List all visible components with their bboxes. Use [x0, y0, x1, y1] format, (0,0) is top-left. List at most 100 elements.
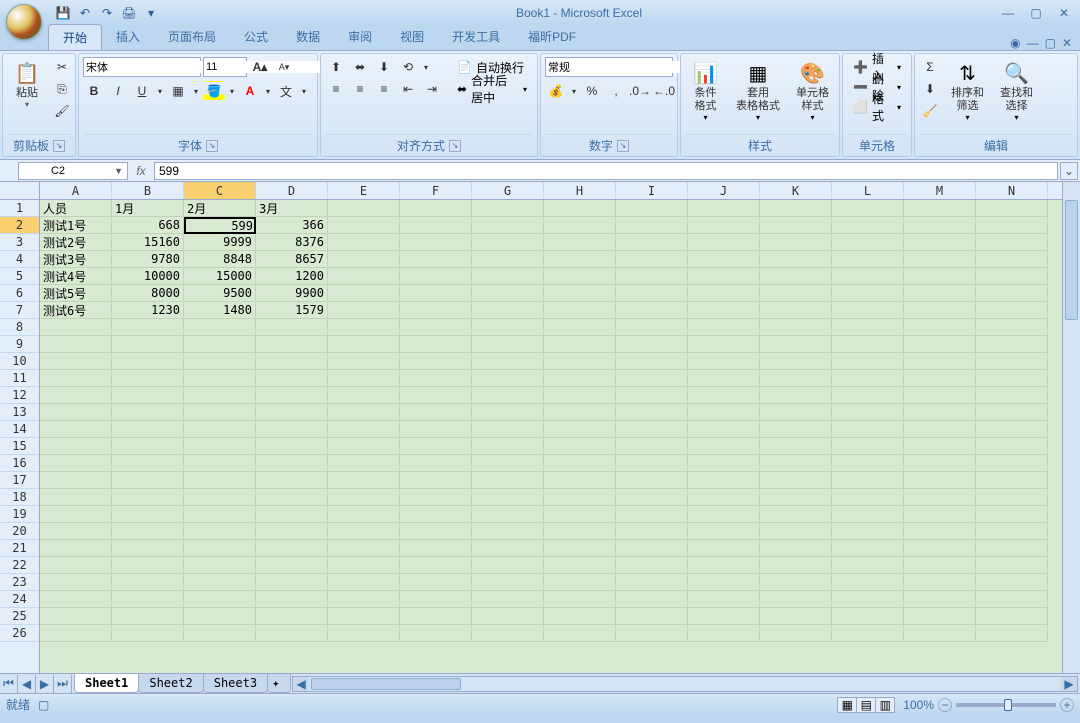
formula-bar-expand[interactable]: ⌄ — [1060, 162, 1078, 180]
row-header-5[interactable]: 5 — [0, 268, 39, 285]
cell-H3[interactable] — [544, 234, 616, 251]
row-header-3[interactable]: 3 — [0, 234, 39, 251]
cell-M24[interactable] — [904, 591, 976, 608]
zoom-out-button[interactable]: − — [938, 698, 952, 712]
fx-button[interactable]: fx — [132, 162, 150, 180]
cell-M25[interactable] — [904, 608, 976, 625]
merge-center-button[interactable]: ⬌合并后居中▾ — [451, 79, 533, 99]
cell-H1[interactable] — [544, 200, 616, 217]
cell-D26[interactable] — [256, 625, 328, 642]
cell-C7[interactable]: 1480 — [184, 302, 256, 319]
cell-G22[interactable] — [472, 557, 544, 574]
cell-L20[interactable] — [832, 523, 904, 540]
cell-A2[interactable]: 测试1号 — [40, 217, 112, 234]
ribbon-tab-8[interactable]: 福昕PDF — [514, 24, 590, 50]
cell-E19[interactable] — [328, 506, 400, 523]
cell-N3[interactable] — [976, 234, 1048, 251]
cell-I7[interactable] — [616, 302, 688, 319]
cell-J1[interactable] — [688, 200, 760, 217]
cell-M23[interactable] — [904, 574, 976, 591]
cell-B11[interactable] — [112, 370, 184, 387]
cell-H13[interactable] — [544, 404, 616, 421]
cell-E9[interactable] — [328, 336, 400, 353]
cell-E7[interactable] — [328, 302, 400, 319]
cell-A22[interactable] — [40, 557, 112, 574]
cell-C12[interactable] — [184, 387, 256, 404]
cell-B20[interactable] — [112, 523, 184, 540]
col-header-N[interactable]: N — [976, 182, 1048, 199]
cell-G13[interactable] — [472, 404, 544, 421]
cell-L21[interactable] — [832, 540, 904, 557]
cell-G1[interactable] — [472, 200, 544, 217]
fill-button[interactable]: ⬇ — [919, 79, 941, 99]
name-box[interactable]: ▼ — [18, 162, 128, 180]
accounting-dropdown[interactable]: ▾ — [569, 81, 579, 101]
cell-B25[interactable] — [112, 608, 184, 625]
qat-undo[interactable]: ↶ — [76, 4, 94, 22]
cell-K4[interactable] — [760, 251, 832, 268]
cell-N9[interactable] — [976, 336, 1048, 353]
underline-button[interactable]: U — [131, 81, 153, 101]
sheet-nav-first[interactable]: ⏮ — [0, 675, 18, 693]
ribbon-tab-5[interactable]: 审阅 — [334, 24, 386, 50]
cell-G18[interactable] — [472, 489, 544, 506]
cell-B22[interactable] — [112, 557, 184, 574]
col-header-G[interactable]: G — [472, 182, 544, 199]
cell-H7[interactable] — [544, 302, 616, 319]
orientation-dropdown[interactable]: ▾ — [421, 57, 431, 77]
cell-H20[interactable] — [544, 523, 616, 540]
cell-J10[interactable] — [688, 353, 760, 370]
cell-D14[interactable] — [256, 421, 328, 438]
ribbon-restore[interactable]: ▢ — [1045, 36, 1056, 50]
number-launcher[interactable]: ↘ — [617, 140, 629, 152]
cell-F20[interactable] — [400, 523, 472, 540]
fill-dropdown[interactable]: ▾ — [227, 81, 237, 101]
align-launcher[interactable]: ↘ — [449, 140, 461, 152]
row-header-9[interactable]: 9 — [0, 336, 39, 353]
increase-decimal-button[interactable]: .0→ — [629, 81, 651, 101]
cell-C8[interactable] — [184, 319, 256, 336]
cell-K15[interactable] — [760, 438, 832, 455]
row-header-14[interactable]: 14 — [0, 421, 39, 438]
cell-M21[interactable] — [904, 540, 976, 557]
cell-A8[interactable] — [40, 319, 112, 336]
cell-L5[interactable] — [832, 268, 904, 285]
align-bottom-button[interactable]: ⬇ — [373, 57, 395, 77]
font-color-button[interactable]: A — [239, 81, 261, 101]
cell-N26[interactable] — [976, 625, 1048, 642]
cell-E14[interactable] — [328, 421, 400, 438]
cell-F4[interactable] — [400, 251, 472, 268]
cell-F6[interactable] — [400, 285, 472, 302]
cell-C6[interactable]: 9500 — [184, 285, 256, 302]
minimize-button[interactable]: — — [998, 5, 1018, 21]
row-header-26[interactable]: 26 — [0, 625, 39, 642]
sheet-nav-next[interactable]: ▶ — [36, 675, 54, 693]
cell-E15[interactable] — [328, 438, 400, 455]
cell-F14[interactable] — [400, 421, 472, 438]
cell-E4[interactable] — [328, 251, 400, 268]
autosum-button[interactable]: Σ — [919, 57, 941, 77]
cell-L15[interactable] — [832, 438, 904, 455]
cell-A16[interactable] — [40, 455, 112, 472]
decrease-decimal-button[interactable]: ←.0 — [653, 81, 675, 101]
cell-L4[interactable] — [832, 251, 904, 268]
cell-H23[interactable] — [544, 574, 616, 591]
cell-K21[interactable] — [760, 540, 832, 557]
cell-L25[interactable] — [832, 608, 904, 625]
cell-C4[interactable]: 8848 — [184, 251, 256, 268]
cell-C16[interactable] — [184, 455, 256, 472]
sheet-tab-Sheet1[interactable]: Sheet1 — [74, 674, 139, 693]
formula-input[interactable] — [159, 164, 1053, 178]
cell-K8[interactable] — [760, 319, 832, 336]
col-header-K[interactable]: K — [760, 182, 832, 199]
cell-L14[interactable] — [832, 421, 904, 438]
col-header-L[interactable]: L — [832, 182, 904, 199]
cell-I13[interactable] — [616, 404, 688, 421]
cut-button[interactable]: ✂ — [51, 57, 73, 77]
row-header-8[interactable]: 8 — [0, 319, 39, 336]
cell-L24[interactable] — [832, 591, 904, 608]
col-header-D[interactable]: D — [256, 182, 328, 199]
cell-F7[interactable] — [400, 302, 472, 319]
cell-N1[interactable] — [976, 200, 1048, 217]
cell-K9[interactable] — [760, 336, 832, 353]
